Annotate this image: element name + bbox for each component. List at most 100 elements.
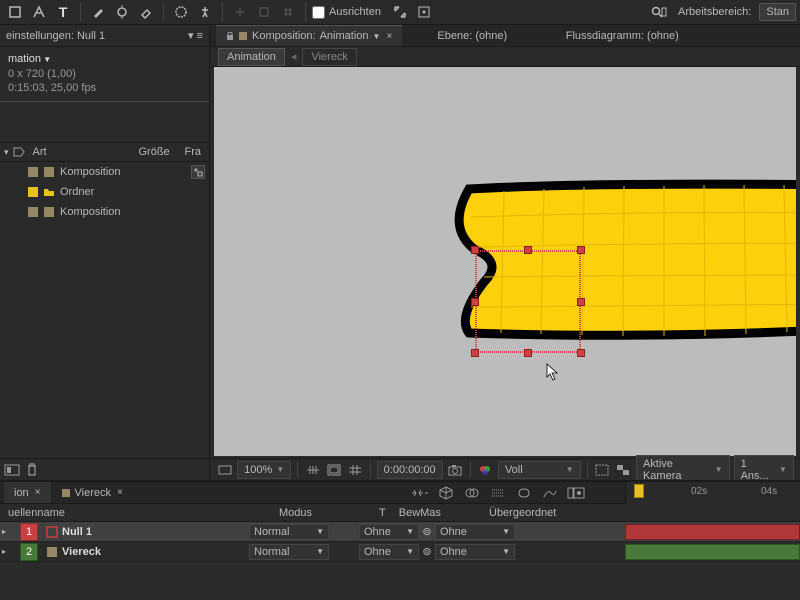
tab-composition[interactable]: Komposition: Animation ▼ × — [216, 25, 402, 46]
text-tool-icon[interactable]: T — [52, 2, 74, 22]
comp-info: mation 0 x 720 (1,00) 0:15:03, 25,00 fps — [0, 47, 209, 102]
resolution-icon[interactable] — [304, 461, 321, 479]
timeline-panel: ion× Viereck× 02s 04s uellenname Modus T… — [0, 480, 800, 600]
pickwhip-icon[interactable]: ⊚ — [419, 525, 435, 538]
composition-icon — [61, 488, 71, 498]
comp-info-time: 0:15:03, 25,00 fps — [8, 81, 201, 95]
snap-grid-icon[interactable] — [277, 2, 299, 22]
snap-edge-icon[interactable] — [253, 2, 275, 22]
brain-icon[interactable] — [514, 484, 534, 502]
tab-title: Animation — [320, 30, 369, 42]
frame-blend-icon[interactable] — [462, 484, 482, 502]
main-toolbar: T Ausrichten Arbeitsbereich: Stan — [0, 0, 800, 25]
puppet-tool-icon[interactable] — [194, 2, 216, 22]
viewer-footer-bar: 100%▼ 0:00:00:00 Voll▼ Aktive Kamera▼ 1 … — [210, 458, 800, 480]
align-label: Ausrichten — [329, 6, 381, 18]
motion-blur-icon[interactable] — [488, 484, 508, 502]
tab-close-icon[interactable]: × — [35, 487, 41, 498]
layer-name: Viereck — [62, 546, 101, 558]
col-name-label[interactable]: uellenname — [0, 507, 275, 519]
size-col-label[interactable]: Größe — [135, 146, 177, 158]
mode-dropdown[interactable]: Normal▼ — [249, 544, 329, 560]
col-mode-label[interactable]: Modus — [275, 507, 375, 519]
safe-zones-icon[interactable] — [325, 461, 342, 479]
mask-dropdown[interactable]: Ohne▼ — [359, 544, 419, 560]
project-item[interactable]: Ordner — [0, 182, 209, 202]
rect-tool-icon[interactable] — [4, 2, 26, 22]
composition-icon — [42, 205, 56, 219]
composition-viewport[interactable] — [214, 67, 796, 456]
tab-prefix: Komposition: — [252, 30, 316, 42]
nav-viereck-button[interactable]: Viereck — [302, 48, 356, 66]
tab-close-icon[interactable]: × — [117, 487, 123, 498]
timeline-tab-ion[interactable]: ion× — [4, 482, 51, 503]
layer-track-bar[interactable] — [625, 544, 800, 560]
comp-tab-bar: Komposition: Animation ▼ × Ebene: (ohne)… — [210, 25, 800, 47]
grid-icon[interactable] — [347, 461, 364, 479]
project-footer — [0, 458, 209, 480]
nav-animation-button[interactable]: Animation — [218, 48, 285, 66]
align-checkbox[interactable] — [312, 6, 325, 19]
time-indicator[interactable] — [634, 484, 644, 498]
magnify-icon[interactable] — [216, 461, 233, 479]
transparency-grid-icon[interactable] — [615, 461, 632, 479]
layer-name: Null 1 — [62, 526, 92, 538]
parent-dropdown[interactable]: Ohne▼ — [435, 544, 515, 560]
composition-icon — [46, 546, 58, 558]
quality-dropdown[interactable]: Voll▼ — [498, 461, 581, 479]
bpc-icon[interactable] — [4, 463, 20, 477]
trash-icon[interactable] — [26, 463, 38, 477]
col-parent-label[interactable]: Übergeordnet — [485, 507, 585, 519]
workspace-dropdown[interactable]: Stan — [759, 3, 796, 21]
timeline-layer-row[interactable]: ▸ 2 Viereck Normal▼ Ohne▼ ⊚ Ohne▼ — [0, 542, 800, 562]
search-icon[interactable] — [648, 2, 670, 22]
tab-dropdown-icon[interactable]: ▼ — [373, 32, 381, 41]
shy-icon[interactable] — [410, 484, 430, 502]
eraser-tool-icon[interactable] — [135, 2, 157, 22]
rotobrush-tool-icon[interactable] — [170, 2, 192, 22]
timeline-tab-viereck[interactable]: Viereck× — [51, 482, 133, 503]
tab-close-icon[interactable]: × — [386, 31, 392, 42]
mode-dropdown[interactable]: Normal▼ — [249, 524, 329, 540]
channel-icon[interactable] — [477, 461, 494, 479]
comp-info-title: mation — [8, 53, 201, 65]
timecode-display[interactable]: 0:00:00:00 — [377, 461, 443, 479]
transform-selection[interactable] — [475, 250, 581, 353]
panel-menu-icon[interactable]: ▾ ≡ — [188, 29, 203, 42]
roi-icon[interactable] — [594, 461, 611, 479]
item-action-icon[interactable] — [191, 165, 205, 179]
timeline-layer-row[interactable]: ▸ 1 Null 1 Normal▼ Ohne▼ ⊚ Ohne▼ — [0, 522, 800, 542]
tab-layer[interactable]: Ebene: (ohne) — [402, 25, 542, 46]
graph-icon[interactable] — [540, 484, 560, 502]
project-item[interactable]: Komposition — [0, 202, 209, 222]
timeline-ruler[interactable]: 02s 04s — [625, 482, 800, 504]
pickwhip-icon[interactable]: ⊚ — [419, 545, 435, 558]
zoom-dropdown[interactable]: 100%▼ — [237, 461, 291, 479]
cursor-icon — [546, 363, 560, 381]
fr-col-label[interactable]: Fra — [181, 146, 206, 158]
type-col-label[interactable]: Art — [29, 146, 51, 158]
mask-dropdown[interactable]: Ohne▼ — [359, 524, 419, 540]
col-t-label[interactable]: T — [379, 507, 386, 519]
project-item[interactable]: Komposition — [0, 162, 209, 182]
project-item-name: Komposition — [60, 166, 121, 178]
target-icon[interactable] — [413, 2, 435, 22]
parent-dropdown[interactable]: Ohne▼ — [435, 524, 515, 540]
layer-index-badge: 2 — [20, 543, 38, 561]
pen-tool-icon[interactable] — [28, 2, 50, 22]
cube-icon[interactable] — [436, 484, 456, 502]
tab-flowchart[interactable]: Flussdiagramm: (ohne) — [542, 25, 702, 46]
snap-icon[interactable] — [229, 2, 251, 22]
timeline-toolbar — [410, 482, 586, 504]
col-mask-label[interactable]: BewMas — [399, 507, 441, 519]
workspace-label: Arbeitsbereich: — [678, 6, 751, 18]
twirl-icon[interactable]: ▸ — [2, 527, 12, 536]
clone-tool-icon[interactable] — [111, 2, 133, 22]
comp-breadcrumb: Animation ◂ Viereck — [210, 47, 800, 67]
twirl-icon[interactable]: ▸ — [2, 547, 12, 556]
brush-tool-icon[interactable] — [87, 2, 109, 22]
dope-icon[interactable] — [566, 484, 586, 502]
snapshot-icon[interactable] — [447, 461, 464, 479]
layer-track-bar[interactable] — [625, 524, 800, 540]
expand-icon[interactable] — [389, 2, 411, 22]
